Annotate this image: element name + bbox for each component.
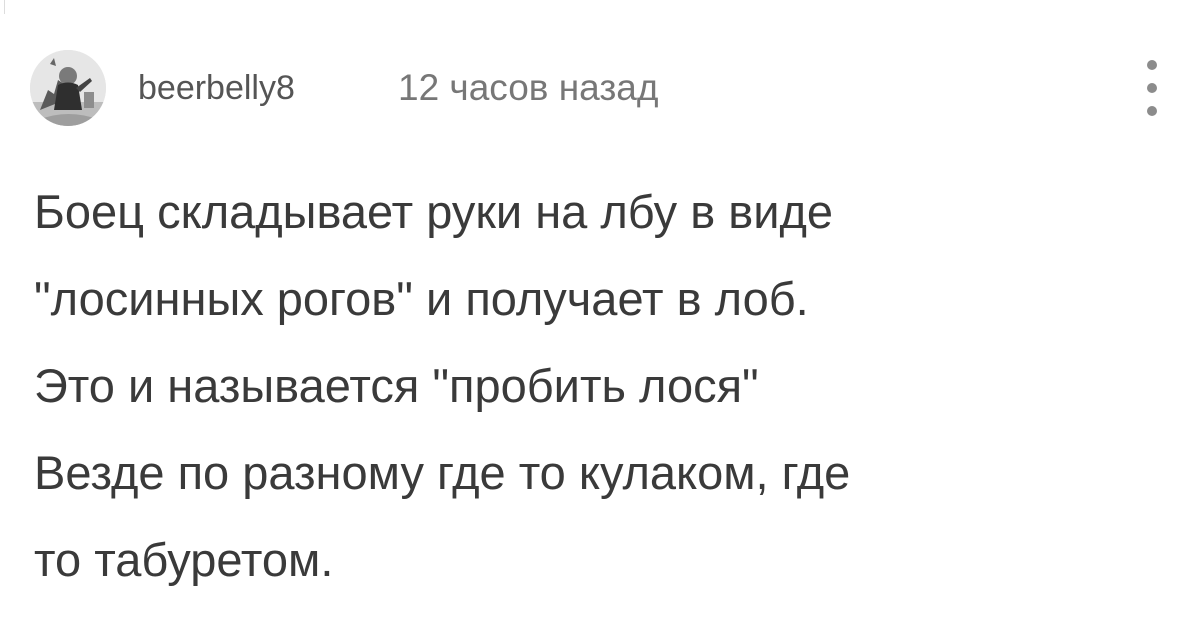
more-dot-top [1147, 60, 1157, 70]
comment-text-line: "лосинных рогов" и получает в лоб. [34, 272, 809, 325]
more-dot-middle [1147, 83, 1157, 93]
comment-timestamp: 12 часов назад [398, 67, 659, 108]
more-dot-bottom [1147, 106, 1157, 116]
comment-text-line: Боец складывает руки на лбу в виде [34, 185, 834, 238]
more-vertical-icon[interactable] [1140, 56, 1164, 120]
comment-text-line: то табуретом. [34, 533, 334, 586]
avatar[interactable] [30, 50, 106, 126]
comment-card: beerbelly8 12 часов назад Боец складывае… [0, 0, 1200, 628]
comment-body: Боец складывает руки на лбу в виде "лоси… [34, 168, 1134, 603]
comment-text-line: Везде по разному где то кулаком, где [34, 446, 851, 499]
comment-author-username[interactable]: beerbelly8 [138, 67, 295, 109]
comment-text-line: Это и называется "пробить лося" [34, 359, 759, 412]
user-avatar-photo-icon [30, 50, 106, 126]
comment-header: beerbelly8 12 часов назад [30, 50, 1170, 128]
